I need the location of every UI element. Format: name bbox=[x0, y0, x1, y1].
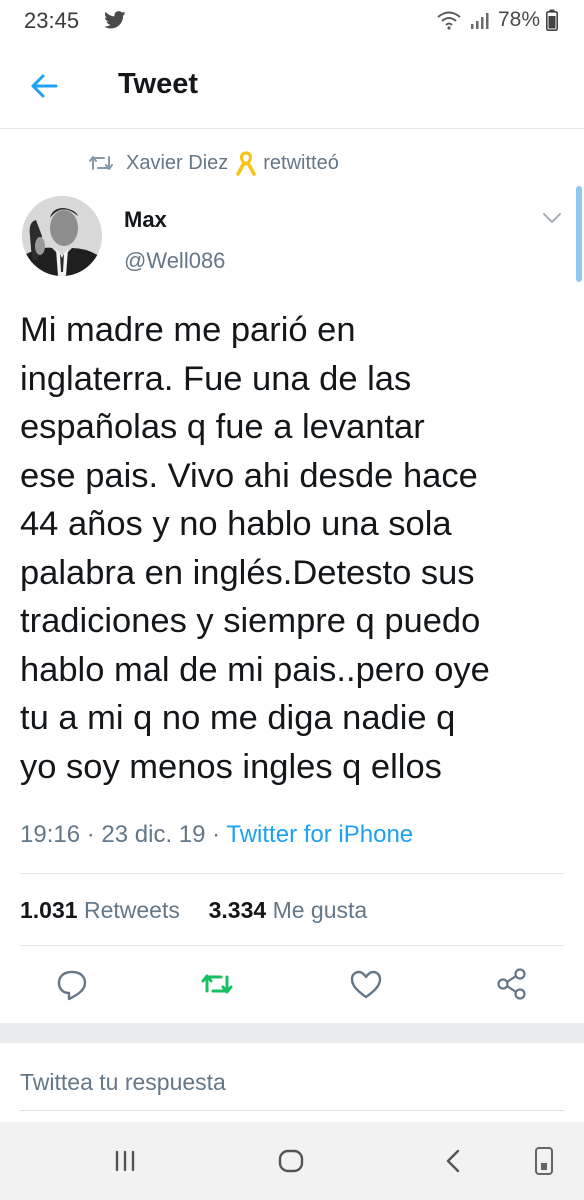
tweet-text-line: españolas q fue a levantar bbox=[20, 408, 425, 446]
chevron-down-icon[interactable] bbox=[541, 211, 563, 225]
battery-icon bbox=[546, 9, 558, 31]
likes-label: Me gusta bbox=[272, 897, 368, 923]
author-name[interactable]: Max bbox=[124, 207, 167, 233]
battery-percent: 78% bbox=[497, 8, 540, 31]
tweet-text-line: Mi madre me parió en bbox=[20, 311, 356, 349]
retweet-context[interactable]: Xavier Diez retwitteó bbox=[88, 149, 339, 177]
divider bbox=[20, 873, 564, 874]
scrollbar-thumb[interactable] bbox=[576, 186, 582, 282]
twitter-notification-icon bbox=[104, 11, 126, 29]
likes-stat[interactable]: 3.334 Me gusta bbox=[209, 897, 368, 923]
tweet-text-line: tu a mi q no me diga nadie q bbox=[20, 699, 456, 737]
retweets-label: Retweets bbox=[83, 897, 180, 923]
home-icon[interactable] bbox=[271, 1141, 311, 1181]
app-bar: Tweet bbox=[0, 42, 584, 129]
retweet-action-label: retwitteó bbox=[263, 151, 339, 174]
share-icon[interactable] bbox=[492, 964, 532, 1004]
section-separator bbox=[0, 1023, 584, 1043]
status-bar: 23:45 78% bbox=[0, 0, 584, 42]
divider bbox=[20, 945, 564, 946]
status-indicators: 78% bbox=[436, 7, 558, 33]
arrow-left-icon[interactable] bbox=[22, 64, 66, 108]
tweet-meta: 19:16 · 23 dic. 19 · Twitter for iPhone bbox=[20, 821, 413, 849]
meta-separator: · bbox=[86, 821, 95, 848]
retweets-count: 1.031 bbox=[20, 897, 78, 923]
page-title: Tweet bbox=[118, 68, 199, 100]
reply-input[interactable]: Twittea tu respuesta bbox=[20, 1069, 226, 1096]
tweet-stats: 1.031 Retweets 3.334 Me gusta bbox=[20, 897, 367, 924]
screen-rotate-icon[interactable] bbox=[524, 1141, 564, 1181]
tweet-source-link[interactable]: Twitter for iPhone bbox=[226, 821, 413, 848]
tweet-time: 19:16 bbox=[20, 821, 81, 848]
tweet-date: 23 dic. 19 bbox=[101, 821, 206, 848]
likes-count: 3.334 bbox=[208, 897, 267, 923]
wifi-icon bbox=[437, 11, 461, 30]
tweet-text-line: tradiciones y siempre q puedo bbox=[20, 602, 481, 640]
yellow-ribbon-icon bbox=[236, 151, 257, 176]
tweet-text-line: palabra en inglés.Detesto sus bbox=[20, 553, 475, 592]
reply-icon[interactable] bbox=[52, 964, 92, 1004]
recent-apps-icon[interactable] bbox=[105, 1141, 145, 1181]
retweet-icon bbox=[89, 156, 113, 170]
heart-icon[interactable] bbox=[346, 964, 386, 1004]
status-time: 23:45 bbox=[24, 8, 80, 33]
tweet-text-line: 44 años y no hablo una sola bbox=[20, 505, 452, 543]
tweet-text-line: ese pais. Vivo ahi desde hace bbox=[20, 456, 478, 495]
retweets-stat[interactable]: 1.031 Retweets bbox=[20, 897, 180, 923]
meta-separator: · bbox=[212, 821, 221, 848]
retweeter-name: Xavier Diez bbox=[126, 151, 229, 174]
avatar-image bbox=[22, 196, 102, 276]
signal-icon bbox=[470, 13, 489, 29]
retweet-icon[interactable] bbox=[197, 964, 237, 1004]
nav-back-icon[interactable] bbox=[434, 1141, 474, 1181]
tweet-text: Mi madre me parió en inglaterra. Fue una… bbox=[20, 306, 570, 791]
tweet-text-line: yo soy menos ingles q ellos bbox=[20, 747, 442, 786]
reply-underline bbox=[20, 1110, 564, 1111]
avatar[interactable] bbox=[22, 196, 102, 276]
tweet-text-line: inglaterra. Fue una de las bbox=[20, 359, 412, 398]
tweet-text-line: hablo mal de mi pais..pero oye bbox=[20, 650, 490, 689]
author-handle[interactable]: @Well086 bbox=[124, 248, 225, 274]
